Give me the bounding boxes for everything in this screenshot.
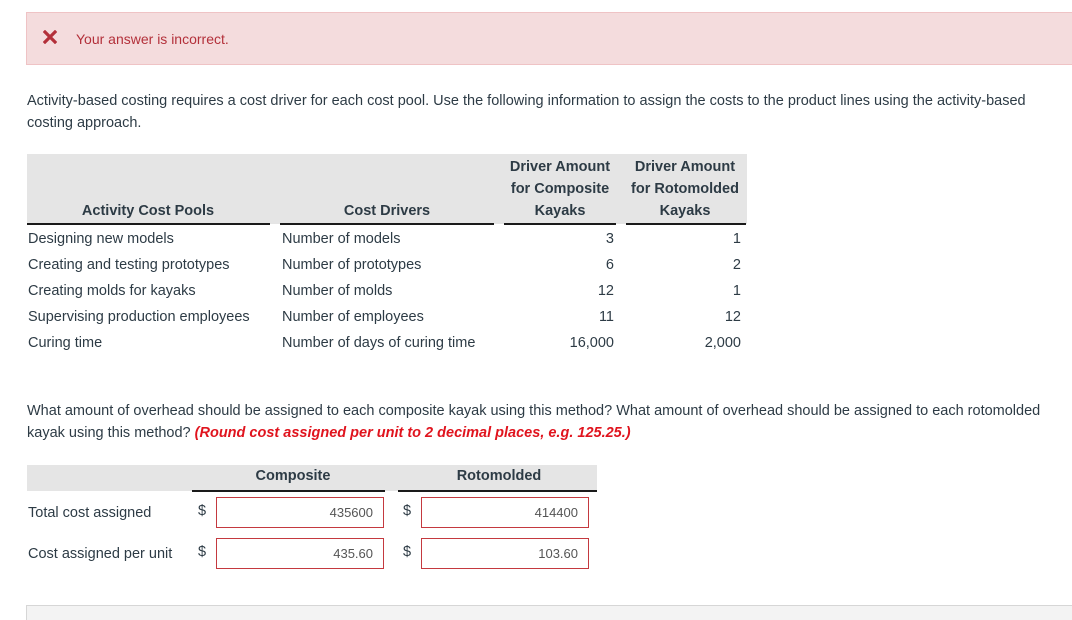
question-text: What amount of overhead should be assign… <box>27 400 1067 444</box>
cost-driver: Number of molds <box>282 283 393 299</box>
rotomolded-amount: 2,000 <box>704 335 741 351</box>
header-roto-line1: Driver Amount <box>634 159 736 175</box>
composite-total-cost-input[interactable]: 435600 <box>216 497 384 528</box>
intro-text: Activity-based costing requires a cost d… <box>27 93 1026 131</box>
cost-pool: Creating and testing prototypes <box>28 257 230 273</box>
rotomolded-amount: 12 <box>724 309 741 325</box>
composite-amount: 16,000 <box>569 335 614 351</box>
rotomolded-total-cost-input[interactable]: 414400 <box>421 497 589 528</box>
cost-pool: Supervising production employees <box>28 309 250 325</box>
cost-driver: Number of days of curing time <box>282 335 476 351</box>
currency-symbol: $ <box>403 544 412 560</box>
composite-amount: 6 <box>605 257 614 273</box>
rotomolded-amount: 1 <box>732 231 741 247</box>
rounding-note: (Round cost assigned per unit to 2 decim… <box>194 425 631 441</box>
header-underline <box>192 490 385 492</box>
cost-driver: Number of employees <box>282 309 424 325</box>
row-label: Total cost assigned <box>28 505 152 521</box>
feedback-message: Your answer is incorrect. <box>76 31 229 47</box>
header-roto-line2: for Rotomolded <box>631 181 739 197</box>
header-composite-amount: Driver Amount for Composite Kayaks <box>500 156 620 222</box>
row-label: Cost assigned per unit <box>28 546 173 562</box>
currency-symbol: $ <box>198 503 207 519</box>
header-cost-drivers: Cost Drivers <box>343 203 431 219</box>
composite-cost-per-unit-input[interactable]: 435.60 <box>216 538 384 569</box>
header-roto-line3: Kayaks <box>659 203 711 219</box>
next-section-panel <box>26 605 1072 620</box>
composite-amount: 11 <box>598 309 614 325</box>
currency-symbol: $ <box>403 503 412 519</box>
rotomolded-amount: 1 <box>732 283 741 299</box>
feedback-banner: Your answer is incorrect. <box>26 12 1072 65</box>
currency-symbol: $ <box>198 544 207 560</box>
header-underline <box>504 223 616 225</box>
composite-amount: 3 <box>605 231 614 247</box>
header-composite: Composite <box>255 468 331 484</box>
x-icon <box>43 30 57 44</box>
cost-driver: Number of models <box>282 231 401 247</box>
header-underline <box>398 490 597 492</box>
header-composite-line1: Driver Amount <box>509 159 611 175</box>
header-composite-line2: for Composite <box>510 181 610 197</box>
cost-pool: Creating molds for kayaks <box>28 283 196 299</box>
cost-driver: Number of prototypes <box>282 257 422 273</box>
cost-pool: Curing time <box>28 335 103 351</box>
header-composite-line3: Kayaks <box>534 203 586 219</box>
header-rotomolded: Rotomolded <box>456 468 542 484</box>
composite-amount: 12 <box>597 283 614 299</box>
rotomolded-amount: 2 <box>732 257 741 273</box>
header-underline <box>280 223 494 225</box>
header-underline <box>27 223 270 225</box>
header-rotomolded-amount: Driver Amount for Rotomolded Kayaks <box>624 156 746 222</box>
rotomolded-cost-per-unit-input[interactable]: 103.60 <box>421 538 589 569</box>
header-underline <box>626 223 746 225</box>
cost-pool: Designing new models <box>28 231 174 247</box>
header-activity-cost-pools: Activity Cost Pools <box>81 203 215 219</box>
